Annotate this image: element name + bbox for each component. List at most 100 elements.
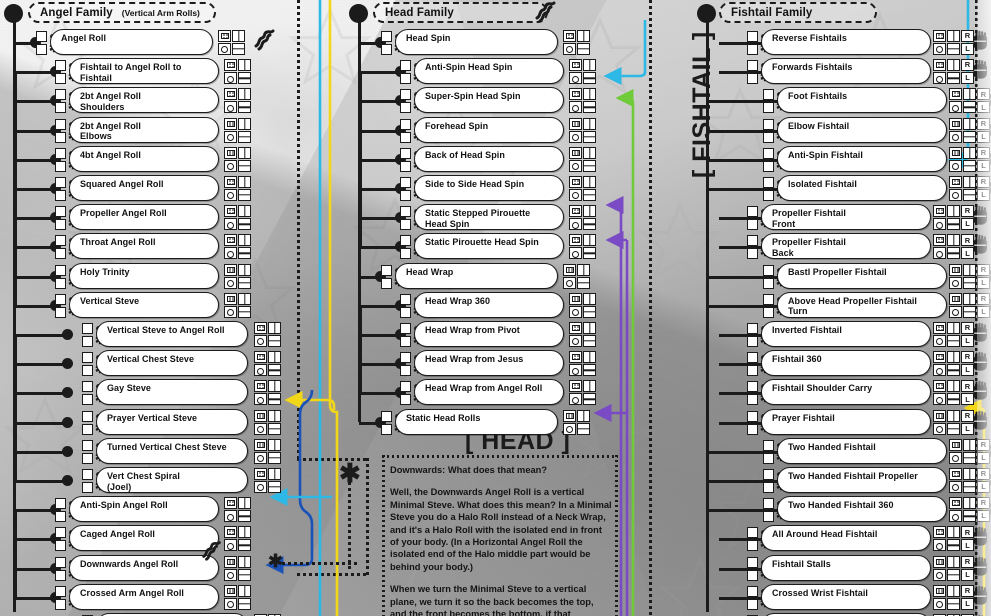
vsplit-icon[interactable] (238, 526, 251, 539)
move-row[interactable]: ●✱Underarm Fishtail Entrance to HaloRL (705, 612, 991, 616)
hsplit-icon[interactable] (963, 451, 976, 464)
vsplit-icon[interactable] (238, 234, 251, 247)
vsplit-icon[interactable] (238, 117, 251, 130)
checkbox-secondary[interactable] (763, 190, 774, 201)
film-icon[interactable] (563, 30, 576, 42)
hsplit-icon[interactable] (947, 539, 960, 552)
checkbox-secondary[interactable] (400, 306, 411, 318)
checkbox-primary[interactable] (747, 323, 758, 334)
hsplit-icon[interactable] (238, 218, 251, 231)
move-row[interactable]: ●✱Downwards Angel Roll (0, 538, 300, 584)
hsplit-icon[interactable] (583, 393, 596, 406)
move-capsule[interactable]: 2bt Angel Roll Shoulders (69, 87, 219, 114)
film-icon[interactable] (933, 59, 946, 72)
checkbox-primary[interactable] (400, 177, 411, 188)
move-capsule[interactable]: Crossed Wrist Fishtail (761, 583, 931, 610)
move-capsule[interactable]: Isolated Fishtail (777, 175, 947, 201)
move-capsule[interactable]: Fishtail Shoulder Carry (761, 379, 931, 406)
move-capsule[interactable]: Bastl Propeller Fishtail (777, 262, 947, 289)
move-capsule[interactable]: Super-Spin Head Spin (414, 87, 564, 114)
move-capsule[interactable]: Vert Chest Spiral (Joel) (96, 467, 248, 493)
film-icon[interactable] (949, 117, 962, 130)
disc-icon[interactable] (569, 305, 582, 318)
disc-icon[interactable] (933, 247, 946, 260)
checkbox-secondary[interactable] (400, 219, 411, 231)
hsplit-icon[interactable] (947, 335, 960, 347)
hsplit-icon[interactable] (583, 130, 596, 143)
disc-icon[interactable] (224, 568, 237, 581)
family-title-pill-head[interactable]: Head Family (373, 2, 548, 23)
disc-icon[interactable] (949, 130, 962, 143)
move-capsule[interactable]: Vertical Steve (69, 291, 219, 318)
vsplit-icon[interactable] (238, 176, 251, 188)
checkbox-primary[interactable] (55, 235, 66, 247)
hsplit-icon[interactable] (583, 72, 596, 85)
film-icon[interactable] (569, 322, 582, 334)
move-row[interactable]: ●✱Anti-Spin Angel Roll (0, 495, 300, 525)
vsplit-icon[interactable] (947, 234, 960, 247)
disc-icon[interactable] (254, 481, 267, 493)
checkbox-secondary[interactable] (763, 482, 774, 493)
hsplit-icon[interactable] (268, 335, 281, 347)
hsplit-icon[interactable] (238, 510, 251, 523)
move-row[interactable]: ●✱2bt Angel Roll Shoulders (0, 71, 300, 116)
move-capsule[interactable]: Foot Fishtails (777, 87, 947, 114)
film-icon[interactable] (224, 176, 237, 188)
vsplit-icon[interactable] (963, 292, 976, 305)
disc-icon[interactable] (569, 101, 582, 114)
film-icon[interactable] (224, 555, 237, 568)
film-icon[interactable] (569, 205, 582, 218)
vsplit-icon[interactable] (947, 351, 960, 364)
film-icon[interactable] (933, 205, 946, 218)
checkbox-secondary[interactable] (747, 44, 758, 55)
move-row[interactable]: ●✱4bt Angel Roll (0, 129, 300, 175)
hsplit-icon[interactable] (238, 568, 251, 581)
move-capsule[interactable]: Static Pirouette Head Spin (414, 233, 564, 260)
move-row[interactable]: ●✱Head Wrap from Pivot (345, 305, 645, 350)
checkbox-primary[interactable] (381, 264, 392, 276)
vsplit-icon[interactable] (947, 584, 960, 597)
film-icon[interactable] (224, 234, 237, 247)
film-icon[interactable] (933, 322, 946, 334)
hsplit-icon[interactable] (268, 364, 281, 377)
move-capsule[interactable]: Anti-Spin Fishtail (777, 145, 947, 172)
move-row[interactable]: ●✱Static Head Rolls (345, 408, 645, 438)
move-capsule[interactable]: Propeller Fishtail Back (761, 233, 931, 260)
hsplit-icon[interactable] (238, 305, 251, 318)
move-row[interactable]: ●✱Fishtail 360RL (705, 349, 991, 379)
film-icon[interactable] (224, 292, 237, 305)
checkbox-primary[interactable] (400, 381, 411, 393)
move-row[interactable]: ●✱Fishtail StallsRL (705, 554, 991, 584)
hsplit-icon[interactable] (963, 101, 976, 114)
checkbox-primary[interactable] (400, 206, 411, 218)
move-capsule[interactable]: Squared Angel Roll (69, 175, 219, 201)
vsplit-icon[interactable] (583, 146, 596, 159)
checkbox-primary[interactable] (55, 556, 66, 568)
move-row[interactable]: ●✱Holy Trinity (0, 246, 300, 292)
disc-icon[interactable] (569, 393, 582, 406)
move-capsule[interactable]: Head Spin (395, 29, 558, 55)
disc-icon[interactable] (949, 101, 962, 114)
disc-icon[interactable] (933, 364, 946, 377)
vsplit-icon[interactable] (947, 59, 960, 72)
hsplit-icon[interactable] (238, 159, 251, 172)
checkbox-secondary[interactable] (55, 569, 66, 581)
move-capsule[interactable]: Inverted Fishtail (761, 321, 931, 347)
vsplit-icon[interactable] (947, 205, 960, 218)
disc-icon[interactable] (224, 189, 237, 201)
move-capsule[interactable]: 2bt Angel Roll Elbows (69, 116, 219, 143)
move-row[interactable]: ●✱Bastl Propeller FishtailRL (705, 262, 991, 292)
film-icon[interactable] (933, 555, 946, 568)
film-icon[interactable] (569, 351, 582, 364)
checkbox-primary[interactable] (747, 206, 758, 218)
move-capsule[interactable]: Static Stepped Pirouette Head Spin (414, 204, 564, 231)
hsplit-icon[interactable] (583, 218, 596, 231)
hsplit-icon[interactable] (963, 510, 976, 523)
checkbox-secondary[interactable] (400, 336, 411, 347)
disc-icon[interactable] (949, 159, 962, 172)
move-capsule[interactable]: Downwards Angel Roll (69, 554, 219, 581)
move-row[interactable]: ●✱2bt Angel Roll Elbows (0, 100, 300, 146)
vsplit-icon[interactable] (268, 438, 281, 451)
hsplit-icon[interactable] (238, 597, 251, 610)
move-row[interactable]: ●✱Crossed Arm Angel Roll (0, 567, 300, 613)
